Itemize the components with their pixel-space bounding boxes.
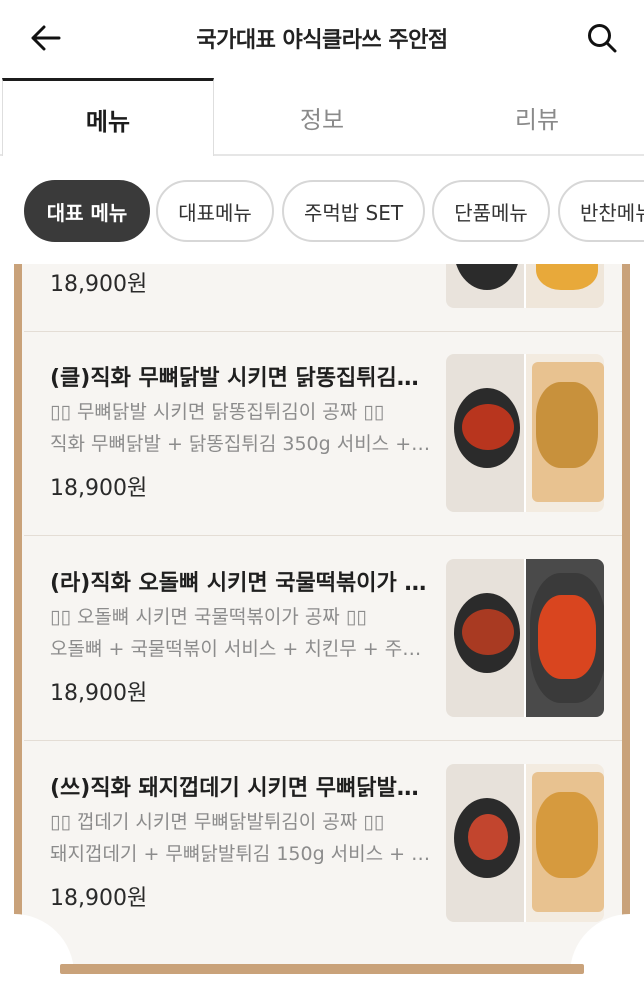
item-description: 돼지껍데기 + 무뼈닭발튀김 150g 서비스 + 치킨무 bbox=[50, 843, 436, 865]
menu-list: 18,900원 (클)직화 무뼈닭발 시키면 닭똥집튀김이 공짜 ▯▯ 무뼈닭발… bbox=[0, 264, 644, 1006]
app-header: 국가대표 야식클라쓰 주안점 bbox=[0, 0, 644, 78]
item-description: ▯▯ 무뼈닭발 시키면 닭똥집튀김이 공짜 ▯▯ bbox=[50, 401, 385, 423]
category-chip-single[interactable]: 단품메뉴 bbox=[432, 180, 550, 242]
item-price: 18,900원 bbox=[50, 272, 148, 297]
item-price: 18,900원 bbox=[50, 476, 148, 501]
search-icon bbox=[588, 24, 617, 53]
item-name: (쓰)직화 돼지껍데기 시키면 무뼈닭발튀김이 공짜 bbox=[50, 776, 430, 801]
item-price: 18,900원 bbox=[50, 681, 148, 706]
tab-reviews[interactable]: 리뷰 bbox=[430, 78, 644, 156]
menu-item[interactable]: (라)직화 오돌뼈 시키면 국물떡볶이가 공짜 ▯▯ 오돌뼈 시키면 국물떡볶이… bbox=[24, 537, 622, 741]
category-chips: 대표 메뉴 대표메뉴 주먹밥 SET 단품메뉴 반찬메뉴 bbox=[0, 156, 644, 264]
menu-item[interactable]: (클)직화 무뼈닭발 시키면 닭똥집튀김이 공짜 ▯▯ 무뼈닭발 시키면 닭똥집… bbox=[24, 332, 622, 536]
item-description: 직화 무뼈닭발 + 닭똥집튀김 350g 서비스 + 치킨무 bbox=[50, 433, 436, 455]
item-description: ▯▯ 오돌뼈 시키면 국물떡볶이가 공짜 ▯▯ bbox=[50, 606, 367, 628]
category-chip-signature[interactable]: 대표 메뉴 bbox=[24, 180, 150, 242]
item-thumbnail bbox=[446, 559, 604, 717]
category-chip-main[interactable]: 대표메뉴 bbox=[156, 180, 274, 242]
item-description: 오돌뼈 + 국물떡볶이 서비스 + 치킨무 + 주먹밥 bbox=[50, 638, 436, 660]
category-chip-riceball-set[interactable]: 주먹밥 SET bbox=[282, 180, 425, 242]
item-thumbnail bbox=[446, 354, 604, 512]
item-thumbnail bbox=[446, 264, 604, 308]
wood-frame-bottom bbox=[60, 964, 584, 974]
item-price: 18,900원 bbox=[50, 886, 148, 911]
tab-info[interactable]: 정보 bbox=[214, 78, 430, 156]
tab-menu[interactable]: 메뉴 bbox=[2, 78, 214, 158]
item-description: ▯▯ 껍데기 시키면 무뼈닭발튀김이 공짜 ▯▯ bbox=[50, 811, 385, 833]
menu-item[interactable]: 18,900원 bbox=[24, 264, 622, 332]
tab-bar: 메뉴 정보 리뷰 bbox=[0, 78, 644, 158]
item-thumbnail bbox=[446, 764, 604, 922]
item-name: (클)직화 무뼈닭발 시키면 닭똥집튀김이 공짜 bbox=[50, 366, 430, 391]
store-title: 국가대표 야식클라쓰 주안점 bbox=[196, 28, 448, 53]
category-chip-side[interactable]: 반찬메뉴 bbox=[558, 180, 644, 242]
item-name: (라)직화 오돌뼈 시키면 국물떡볶이가 공짜 bbox=[50, 571, 430, 596]
search-button[interactable] bbox=[582, 18, 622, 58]
menu-item[interactable]: (쓰)직화 돼지껍데기 시키면 무뼈닭발튀김이 공짜 ▯▯ 껍데기 시키면 무뼈… bbox=[24, 742, 622, 946]
